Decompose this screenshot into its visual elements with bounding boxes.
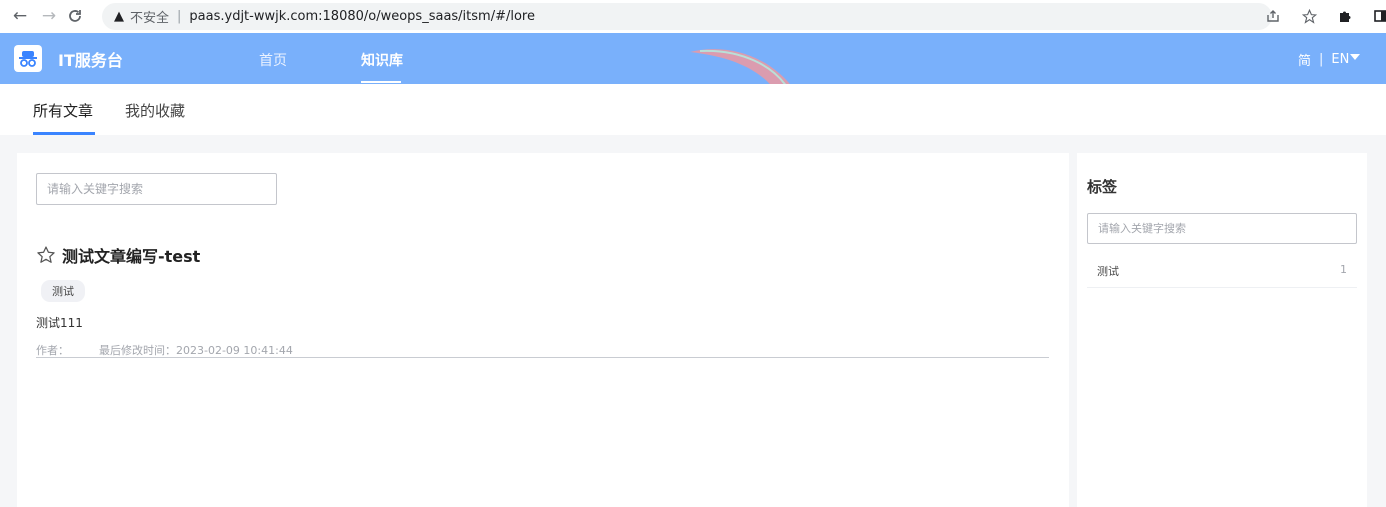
tab-my-favorites[interactable]: 我的收藏 bbox=[125, 100, 185, 121]
app-logo[interactable] bbox=[14, 45, 42, 72]
tags-panel: 标签 测试 1 bbox=[1077, 153, 1367, 507]
tag-count: 1 bbox=[1340, 263, 1347, 276]
extension-puzzle-icon[interactable] bbox=[1334, 5, 1356, 27]
article-title[interactable]: 测试文章编写-test bbox=[62, 243, 200, 267]
header-decoration-image bbox=[690, 49, 790, 84]
article-meta: 作者： 最后修改时间：2023-02-09 10:41:44 bbox=[36, 342, 1049, 358]
article-title-row: 测试文章编写-test bbox=[36, 243, 1049, 267]
browser-extension-icons bbox=[1262, 5, 1386, 27]
app-title: IT服务台 bbox=[58, 51, 123, 70]
warning-icon: ▲ bbox=[114, 9, 124, 24]
insecure-label: 不安全 bbox=[130, 11, 170, 26]
article-author: 作者： bbox=[36, 344, 69, 357]
nav-home[interactable]: 首页 bbox=[259, 50, 287, 70]
address-separator: | bbox=[177, 9, 182, 24]
back-arrow-icon[interactable]: ← bbox=[9, 5, 31, 27]
language-switcher[interactable]: 简 | EN bbox=[1298, 50, 1349, 69]
tag-list-item[interactable]: 测试 1 bbox=[1087, 257, 1357, 288]
article-tabs: 所有文章 我的收藏 bbox=[0, 84, 1386, 135]
address-bar[interactable]: ▲ 不安全 | paas.ydjt-wwjk.com:18080/o/weops… bbox=[102, 3, 1272, 30]
favorite-star-icon[interactable] bbox=[36, 245, 56, 265]
share-icon[interactable] bbox=[1262, 5, 1284, 27]
article-item[interactable]: 测试文章编写-test 测试 测试111 作者： 最后修改时间：2023-02-… bbox=[36, 243, 1049, 358]
article-list-panel: 测试文章编写-test 测试 测试111 作者： 最后修改时间：2023-02-… bbox=[17, 153, 1069, 507]
tag-search-input[interactable] bbox=[1087, 213, 1357, 244]
bookmark-star-icon[interactable] bbox=[1298, 5, 1320, 27]
reload-icon[interactable] bbox=[64, 5, 86, 27]
nav-active-indicator bbox=[361, 81, 401, 83]
tab-all-articles[interactable]: 所有文章 bbox=[33, 100, 93, 121]
lang-en-option[interactable]: EN bbox=[1331, 52, 1349, 67]
forward-arrow-icon[interactable]: → bbox=[38, 5, 60, 27]
app-header: IT服务台 首页 知识库 简 | EN bbox=[0, 33, 1386, 84]
article-search-input[interactable] bbox=[36, 173, 277, 205]
article-summary: 测试111 bbox=[36, 316, 83, 330]
tag-name: 测试 bbox=[1097, 265, 1119, 278]
url-text[interactable]: paas.ydjt-wwjk.com:18080/o/weops_saas/it… bbox=[189, 9, 535, 24]
tags-title: 标签 bbox=[1087, 178, 1118, 196]
browser-toolbar: ← → ▲ 不安全 | paas.ydjt-wwjk.com:18080/o/w… bbox=[0, 0, 1386, 33]
article-modified-time: 最后修改时间：2023-02-09 10:41:44 bbox=[99, 344, 293, 357]
lang-separator: | bbox=[1319, 52, 1324, 67]
lang-zh-option[interactable]: 简 bbox=[1298, 50, 1311, 69]
article-tag[interactable]: 测试 bbox=[41, 280, 85, 302]
side-panel-icon[interactable] bbox=[1370, 5, 1386, 27]
caret-down-icon[interactable] bbox=[1350, 50, 1360, 63]
nav-knowledge-base[interactable]: 知识库 bbox=[361, 50, 403, 70]
tab-active-indicator bbox=[33, 132, 95, 135]
article-divider bbox=[36, 357, 1049, 358]
